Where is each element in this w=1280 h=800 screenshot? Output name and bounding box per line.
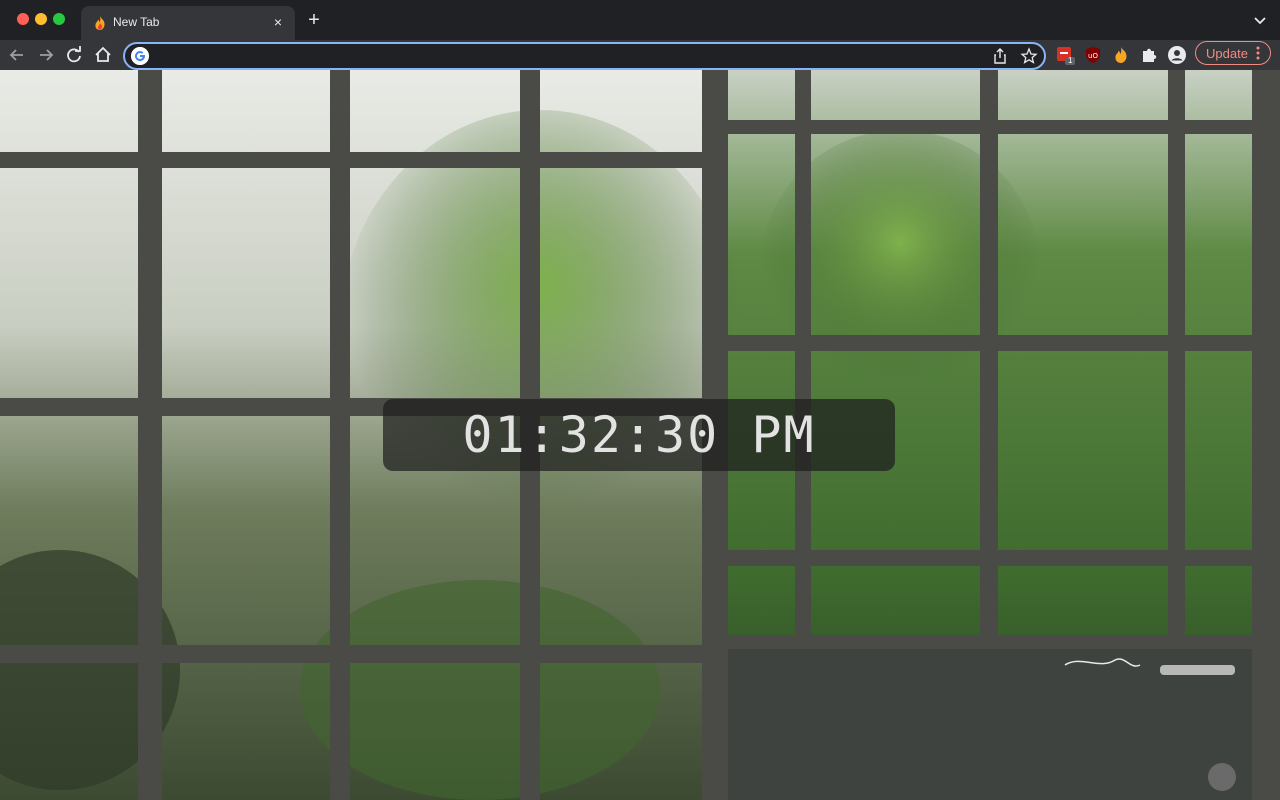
profile-icon[interactable] — [1167, 45, 1187, 65]
share-icon[interactable] — [991, 47, 1009, 65]
forward-icon[interactable] — [35, 44, 57, 66]
svg-text:uO: uO — [1088, 52, 1098, 60]
reload-icon[interactable] — [63, 44, 85, 66]
back-icon[interactable] — [6, 44, 28, 66]
update-button[interactable]: Update — [1195, 41, 1271, 65]
address-bar[interactable] — [123, 42, 1046, 70]
close-window-button[interactable] — [17, 13, 29, 25]
browser-toolbar: 1 uO Update — [0, 40, 1280, 70]
chevron-down-icon[interactable] — [1252, 12, 1268, 28]
ublock-icon[interactable]: uO — [1083, 45, 1103, 65]
new-tab-button[interactable]: + — [303, 10, 325, 32]
star-icon[interactable] — [1020, 47, 1038, 65]
update-label: Update — [1206, 46, 1248, 61]
new-tab-page: 01:32:30 PM — [0, 70, 1280, 800]
fire-favicon-icon — [95, 16, 105, 30]
minimize-window-button[interactable] — [35, 13, 47, 25]
extension-badge: 1 — [1068, 56, 1073, 65]
tab-strip: New Tab × + — [0, 0, 1280, 40]
tab-title: New Tab — [113, 15, 160, 29]
url-input[interactable] — [155, 46, 979, 68]
tab-close-button[interactable]: × — [269, 13, 287, 31]
more-vert-icon — [1256, 46, 1260, 60]
google-icon — [131, 47, 149, 65]
fire-extension-icon[interactable] — [1111, 45, 1131, 65]
tab-new-tab[interactable]: New Tab × — [81, 6, 295, 40]
puzzle-icon[interactable] — [1139, 45, 1159, 65]
clock-display: 01:32:30 PM — [383, 399, 895, 471]
zoom-window-button[interactable] — [53, 13, 65, 25]
home-icon[interactable] — [92, 44, 114, 66]
